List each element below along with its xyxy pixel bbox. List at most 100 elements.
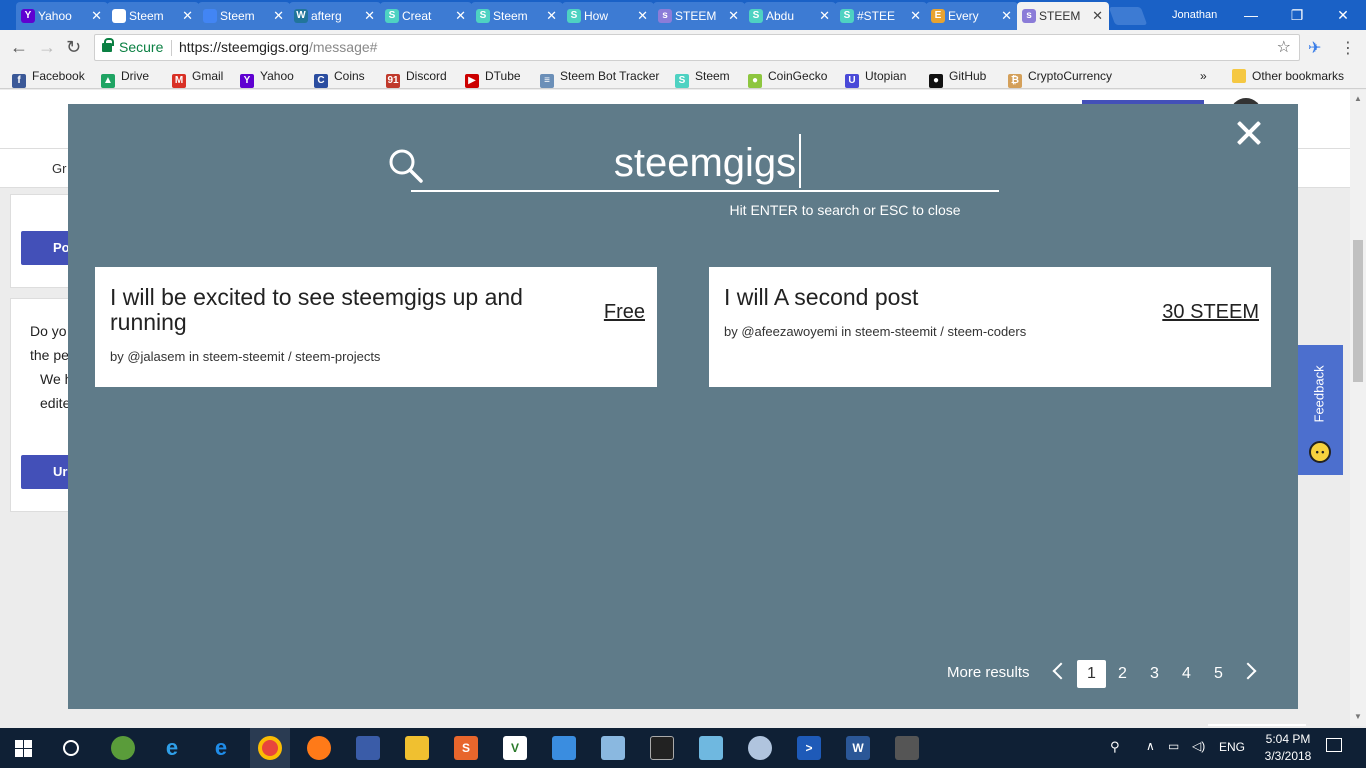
new-tab-button[interactable] — [1108, 7, 1148, 25]
page-button-4[interactable]: 4 — [1172, 660, 1201, 688]
browser-tab[interactable]: Steem ✕ — [107, 2, 199, 30]
browser-tab[interactable]: s STEEM ✕ — [1017, 2, 1109, 30]
sublime-text-icon[interactable]: S — [454, 736, 478, 760]
browser-tab[interactable]: Steem ✕ — [198, 2, 290, 30]
back-icon[interactable]: ← — [10, 37, 28, 58]
result-title[interactable]: I will A second post — [724, 285, 1164, 310]
tab-close-icon[interactable]: ✕ — [455, 2, 466, 30]
network-icon[interactable]: ▭ — [1168, 739, 1179, 753]
cortana-icon[interactable] — [63, 740, 79, 756]
browser-tab[interactable]: S How ✕ — [562, 2, 654, 30]
address-bar[interactable]: Secure https://steemgigs.org/message# ☆ — [94, 34, 1300, 61]
bookmark-item[interactable]: ▲ Drive — [101, 65, 149, 88]
clock-time[interactable]: 5:04 PM — [1258, 732, 1318, 746]
bookmark-item[interactable]: ▶ DTube — [465, 65, 521, 88]
powershell-icon[interactable]: > — [797, 736, 821, 760]
paint-icon[interactable] — [748, 736, 772, 760]
result-category[interactable]: steem-steemit / steem-projects — [203, 349, 381, 364]
tab-close-icon[interactable]: ✕ — [819, 2, 830, 30]
minimize-icon[interactable]: — — [1228, 0, 1274, 30]
internet-explorer-icon[interactable]: e — [160, 736, 184, 760]
bookmark-item[interactable]: ₿ CryptoCurrency — [1008, 65, 1112, 88]
result-author[interactable]: @afeezawoyemi — [741, 324, 837, 339]
menu-icon[interactable]: ⋮ — [1340, 38, 1356, 58]
edge-icon[interactable]: e — [209, 736, 233, 760]
bookmark-item[interactable]: S Steem — [675, 65, 730, 88]
result-title[interactable]: I will be excited to see steemgigs up an… — [110, 285, 550, 335]
result-author[interactable]: @jalasem — [127, 349, 185, 364]
tab-close-icon[interactable]: ✕ — [1001, 2, 1012, 30]
browser-tab[interactable]: S Steem ✕ — [471, 2, 563, 30]
browser-tab[interactable]: E Every ✕ — [926, 2, 1018, 30]
notifications-icon[interactable] — [1326, 738, 1342, 752]
browser-tab[interactable]: S Abdu ✕ — [744, 2, 836, 30]
language-indicator[interactable]: ENG — [1219, 740, 1245, 754]
extension-icon[interactable]: ✈ — [1308, 38, 1321, 58]
bookmark-item[interactable]: C Coins — [314, 65, 365, 88]
reload-icon[interactable]: ↻ — [66, 37, 81, 58]
notes-app-icon[interactable] — [699, 736, 723, 760]
other-bookmarks[interactable]: Other bookmarks — [1232, 65, 1344, 87]
bookmark-item[interactable]: f Facebook — [12, 65, 85, 88]
word-icon[interactable]: W — [846, 736, 870, 760]
prev-page-icon[interactable] — [1052, 662, 1070, 680]
bookmark-item[interactable]: 91 Discord — [386, 65, 447, 88]
bookmark-item[interactable]: M Gmail — [172, 65, 223, 88]
scrollbar-thumb[interactable] — [1353, 240, 1363, 382]
tab-close-icon[interactable]: ✕ — [91, 2, 102, 30]
scroll-up-icon[interactable]: ▲ — [1354, 94, 1362, 103]
browser-tab[interactable]: Wafterg ✕ — [289, 2, 381, 30]
bookmarks-overflow-button[interactable]: » — [1200, 65, 1207, 87]
media-app-icon[interactable] — [601, 736, 625, 760]
bookmark-item[interactable]: ● GitHub — [929, 65, 986, 88]
result-category[interactable]: steem-steemit / steem-coders — [855, 324, 1026, 339]
subnav-item[interactable]: Gr — [52, 161, 66, 176]
control-panel-icon[interactable] — [552, 736, 576, 760]
tab-close-icon[interactable]: ✕ — [637, 2, 648, 30]
search-result-card[interactable]: I will be excited to see steemgigs up an… — [95, 267, 657, 387]
terminal-icon[interactable] — [650, 736, 674, 760]
file-explorer-icon[interactable] — [405, 736, 429, 760]
tab-close-icon[interactable]: ✕ — [1092, 2, 1103, 30]
tray-chevron-icon[interactable]: ∧ — [1146, 739, 1155, 753]
search-result-card[interactable]: I will A second post by @afeezawoyemi in… — [709, 267, 1271, 387]
result-price[interactable]: Free — [604, 301, 645, 324]
page-button-1[interactable]: 1 — [1077, 660, 1106, 688]
page-button-3[interactable]: 3 — [1140, 660, 1169, 688]
tab-close-icon[interactable]: ✕ — [182, 2, 193, 30]
browser-tab[interactable]: S #STEE ✕ — [835, 2, 927, 30]
volume-icon[interactable]: ◁) — [1192, 739, 1205, 753]
tab-close-icon[interactable]: ✕ — [728, 2, 739, 30]
tab-close-icon[interactable]: ✕ — [273, 2, 284, 30]
page-scrollbar[interactable]: ▲ ▼ — [1350, 90, 1366, 726]
clock-date[interactable]: 3/3/2018 — [1258, 749, 1318, 763]
forward-icon[interactable]: → — [38, 37, 56, 58]
globe-app-icon[interactable] — [111, 736, 135, 760]
tab-close-icon[interactable]: ✕ — [546, 2, 557, 30]
people-icon[interactable]: ⚲ — [1110, 739, 1120, 755]
close-window-icon[interactable]: ✕ — [1320, 0, 1366, 30]
browser-tab[interactable]: S Creat ✕ — [380, 2, 472, 30]
bookmark-item[interactable]: ● CoinGecko — [748, 65, 827, 88]
maximize-icon[interactable]: ❐ — [1274, 0, 1320, 30]
network-app-icon[interactable] — [356, 736, 380, 760]
bookmark-item[interactable]: ≡ Steem Bot Tracker — [540, 65, 659, 88]
feedback-tab[interactable]: Feedback • • — [1295, 345, 1343, 475]
next-page-icon[interactable] — [1239, 662, 1257, 680]
tab-close-icon[interactable]: ✕ — [910, 2, 921, 30]
windows-start-icon[interactable] — [15, 740, 32, 757]
browser-tab[interactable]: s STEEM ✕ — [653, 2, 745, 30]
page-button-2[interactable]: 2 — [1108, 660, 1137, 688]
browser-tab[interactable]: Y Yahoo ✕ — [16, 2, 108, 30]
firefox-icon[interactable] — [307, 736, 331, 760]
search-input[interactable] — [411, 136, 999, 192]
close-icon[interactable] — [1232, 116, 1266, 150]
tab-close-icon[interactable]: ✕ — [364, 2, 375, 30]
bookmark-item[interactable]: U Utopian — [845, 65, 906, 88]
scroll-down-icon[interactable]: ▼ — [1354, 712, 1362, 721]
chrome-icon[interactable] — [258, 736, 282, 760]
vs-app-icon[interactable]: V — [503, 736, 527, 760]
profile-button[interactable]: Jonathan — [1172, 0, 1217, 30]
bookmark-item[interactable]: Y Yahoo — [240, 65, 294, 88]
result-price[interactable]: 30 STEEM — [1162, 301, 1259, 324]
